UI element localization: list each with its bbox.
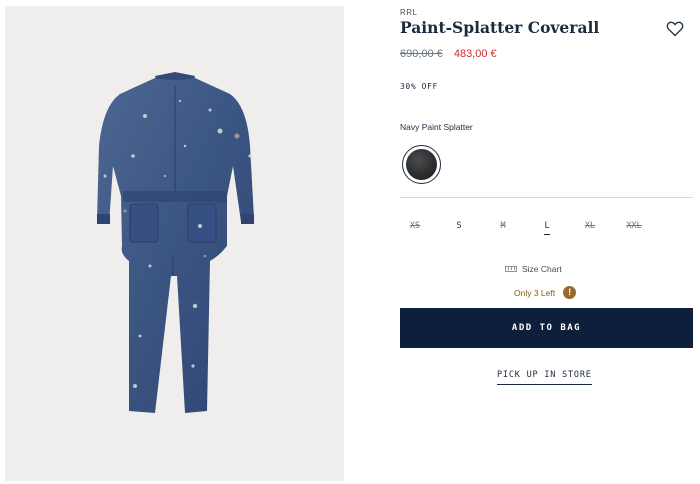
size-selector: XS S M L XL XXL [400, 214, 660, 238]
divider [400, 197, 693, 198]
stock-label: Only 3 Left [514, 287, 556, 298]
brand-label: RRL [400, 8, 418, 17]
product-title: Paint-Splatter Coverall [400, 18, 600, 37]
size-label: L [544, 221, 550, 235]
size-label: XXL [626, 221, 642, 231]
product-details: RRL Paint-Splatter Coverall 690,00 € 483… [400, 0, 695, 484]
discount-badge: 30% OFF [400, 82, 438, 91]
size-option-l[interactable]: L [527, 214, 567, 238]
stock-status: Only 3 Left ! [514, 286, 577, 299]
color-swatch[interactable] [402, 145, 441, 184]
swatch-fill [406, 149, 437, 180]
size-option-s[interactable]: S [439, 214, 479, 238]
sale-price: 483,00 € [453, 48, 497, 60]
size-label: XS [409, 221, 421, 231]
add-to-bag-button[interactable]: ADD TO BAG [400, 308, 693, 348]
product-image[interactable] [5, 6, 344, 481]
size-option-xxl[interactable]: XXL [614, 214, 654, 238]
size-option-xl[interactable]: XL [570, 214, 610, 238]
wishlist-heart-icon[interactable] [666, 20, 684, 38]
coverall-image [97, 72, 254, 413]
size-option-m[interactable]: M [483, 214, 523, 238]
pick-up-in-store-link[interactable]: PICK UP IN STORE [497, 370, 592, 385]
size-label: M [500, 221, 506, 231]
size-chart-label: Size Chart [522, 264, 562, 274]
size-chart-link[interactable]: Size Chart [505, 264, 562, 274]
size-label: XL [584, 221, 596, 231]
ruler-icon [505, 266, 517, 272]
original-price: 690,00 € [400, 48, 443, 60]
info-icon[interactable]: ! [563, 286, 577, 299]
color-name: Navy Paint Splatter [400, 122, 473, 132]
size-option-xs[interactable]: XS [395, 214, 435, 238]
price-row: 690,00 € 483,00 € [400, 48, 497, 60]
size-label: S [456, 221, 462, 231]
